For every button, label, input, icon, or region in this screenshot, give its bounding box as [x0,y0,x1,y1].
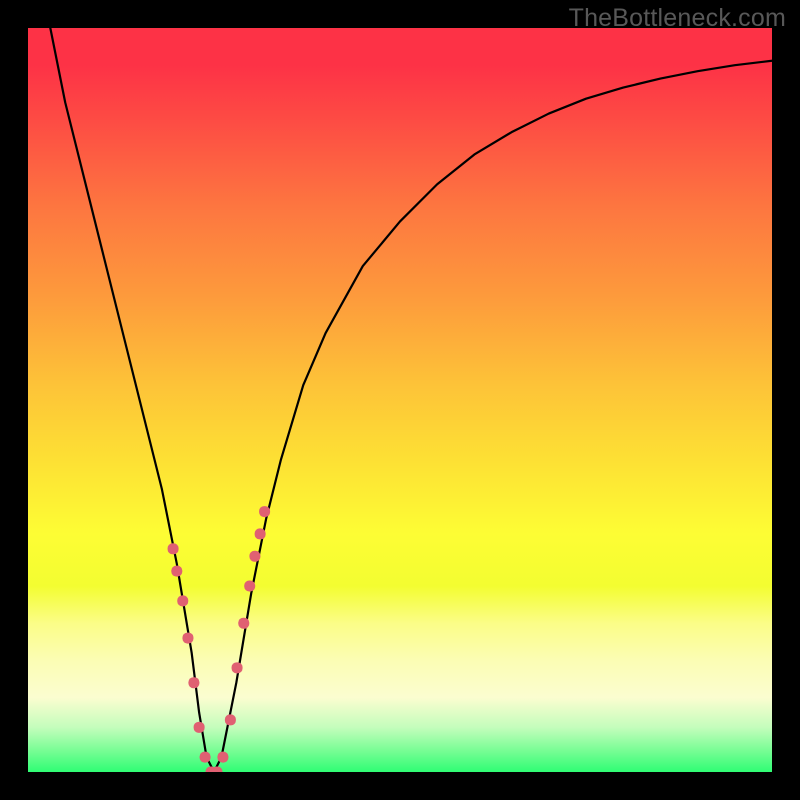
marker-point [244,581,255,592]
plot-area [28,28,772,772]
watermark-text: TheBottleneck.com [569,4,786,33]
chart-svg [28,28,772,772]
chart-frame: TheBottleneck.com [0,0,800,800]
optimal-zone-markers [168,506,271,772]
marker-point [259,506,270,517]
marker-point [182,633,193,644]
marker-point [255,528,266,539]
marker-point [217,752,228,763]
marker-point [238,618,249,629]
marker-point [249,551,260,562]
marker-point [200,752,211,763]
marker-point [225,714,236,725]
curve-path [50,28,772,772]
marker-point [194,722,205,733]
marker-point [232,662,243,673]
bottleneck-curve [50,28,772,772]
marker-point [168,543,179,554]
marker-point [188,677,199,688]
marker-point [177,595,188,606]
marker-point [171,566,182,577]
